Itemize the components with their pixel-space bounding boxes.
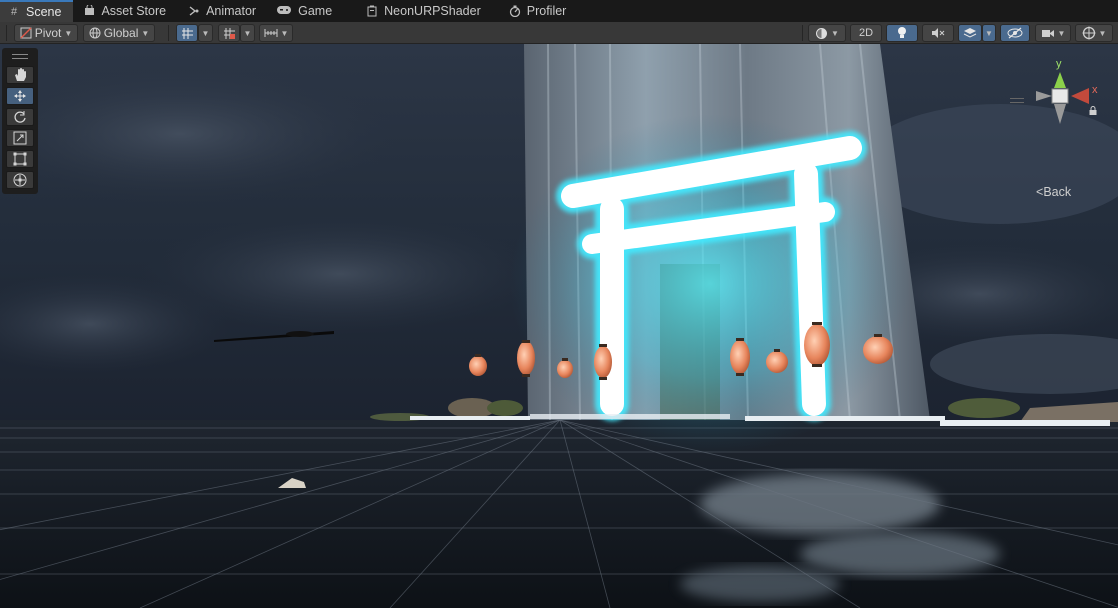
profiler-icon — [509, 5, 521, 18]
editor-tab-bar: # Scene Asset Store Animator Game NeonUR… — [0, 0, 1118, 22]
rotate-icon — [14, 111, 26, 123]
effects-dropdown[interactable]: ▼ — [982, 24, 996, 42]
audio-toggle[interactable] — [922, 24, 954, 42]
grid-snap-icon — [181, 27, 193, 39]
transform-all-icon — [13, 173, 27, 187]
mode-2d-toggle[interactable]: 2D — [850, 24, 882, 42]
scene-render: y x — [0, 44, 1118, 608]
gizmos-dropdown[interactable]: ▼ — [1075, 24, 1113, 42]
move-tool-button[interactable] — [6, 87, 34, 105]
tab-label: Asset Store — [101, 4, 167, 18]
bag-icon — [83, 4, 95, 17]
pivot-dropdown[interactable]: Pivot ▼ — [14, 24, 78, 42]
eye-hidden-icon — [1007, 27, 1023, 39]
increment-snap-icon — [223, 27, 235, 39]
toolbar-separator — [168, 25, 169, 41]
hand-icon — [14, 68, 26, 81]
mode-2d-label: 2D — [858, 27, 874, 39]
tab-profiler[interactable]: Profiler — [501, 0, 579, 22]
transform-tool-button[interactable] — [6, 171, 34, 189]
gizmo-y-label: y — [1056, 58, 1062, 70]
speaker-muted-icon — [932, 28, 945, 38]
tab-label: Game — [298, 4, 333, 18]
tab-game[interactable]: Game — [268, 0, 344, 22]
tab-asset-store[interactable]: Asset Store — [75, 0, 178, 22]
scene-visibility-toggle[interactable] — [1000, 24, 1030, 42]
gizmo-drag-handle[interactable] — [1010, 98, 1024, 103]
animator-icon — [188, 5, 200, 17]
gamepad-icon — [276, 5, 292, 17]
scale-icon — [13, 131, 27, 145]
increment-snap-dropdown[interactable]: ▼ — [240, 24, 255, 42]
increment-snap-toggle[interactable] — [218, 24, 240, 42]
toolbar-separator — [802, 25, 803, 41]
tab-label: NeonURPShader — [384, 4, 481, 18]
move-arrows-icon — [14, 90, 26, 102]
chevron-down-icon: ▼ — [64, 28, 73, 38]
chevron-down-icon: ▼ — [831, 28, 839, 38]
pivot-icon — [20, 27, 32, 39]
rotate-tool-button[interactable] — [6, 108, 34, 126]
gizmo-globe-icon — [1082, 26, 1096, 40]
ruler-dropdown[interactable]: ▼ — [259, 24, 293, 42]
tab-animator[interactable]: Animator — [180, 0, 268, 22]
rect-tool-button[interactable] — [6, 150, 34, 168]
gizmo-view-label[interactable]: <Back — [1036, 185, 1071, 199]
tab-neon-urp-shader[interactable]: NeonURPShader — [358, 0, 493, 22]
layers-effects-icon — [963, 28, 977, 38]
chevron-down-icon: ▼ — [985, 28, 993, 38]
grid-snapping-toggle[interactable] — [176, 24, 198, 42]
chevron-down-icon: ▼ — [1057, 28, 1066, 38]
scene-viewport[interactable]: y x <Back — [0, 44, 1118, 608]
gizmo-x-label: x — [1092, 84, 1098, 96]
lightbulb-icon — [898, 27, 906, 38]
shader-icon — [366, 5, 378, 17]
chevron-down-icon: ▼ — [1098, 28, 1107, 38]
pivot-label: Pivot — [34, 26, 62, 40]
tab-label: Animator — [206, 4, 257, 18]
gizmo-view-text: Back — [1043, 185, 1072, 199]
camera-settings-dropdown[interactable]: ▼ — [1035, 24, 1071, 42]
ruler-icon — [264, 29, 278, 37]
effects-toggle[interactable] — [958, 24, 982, 42]
chevron-down-icon: ▼ — [201, 28, 210, 38]
global-label: Global — [103, 26, 139, 40]
toolbar-grip — [6, 25, 7, 41]
gizmo-center-cube[interactable] — [1051, 88, 1069, 104]
tab-label: Scene — [26, 5, 62, 19]
rect-transform-icon — [13, 152, 27, 166]
globe-icon — [89, 27, 101, 39]
shading-sphere-icon — [816, 27, 828, 39]
tab-label: Profiler — [526, 4, 567, 18]
chevron-down-icon: ▼ — [280, 28, 289, 38]
scale-tool-button[interactable] — [6, 129, 34, 147]
view-tool-button[interactable] — [6, 66, 34, 84]
grid-icon: # — [10, 6, 18, 18]
tab-scene[interactable]: # Scene — [0, 0, 74, 22]
camera-icon — [1041, 29, 1054, 37]
global-dropdown[interactable]: Global ▼ — [83, 24, 155, 42]
scene-toolbar: Pivot ▼ Global ▼ ▼ ▼ ▼ ▼ 2D ▼ ▼ ▼ — [0, 22, 1118, 44]
grid-snapping-dropdown[interactable]: ▼ — [198, 24, 213, 42]
chevron-down-icon: ▼ — [141, 28, 150, 38]
tool-palette — [2, 48, 38, 194]
lock-icon[interactable] — [1089, 106, 1097, 117]
ground-plane — [0, 420, 1118, 608]
chevron-down-icon: ▼ — [243, 28, 252, 38]
lighting-toggle[interactable] — [886, 24, 918, 42]
palette-drag-handle[interactable] — [12, 54, 28, 59]
draw-mode-dropdown[interactable]: ▼ — [808, 24, 846, 42]
